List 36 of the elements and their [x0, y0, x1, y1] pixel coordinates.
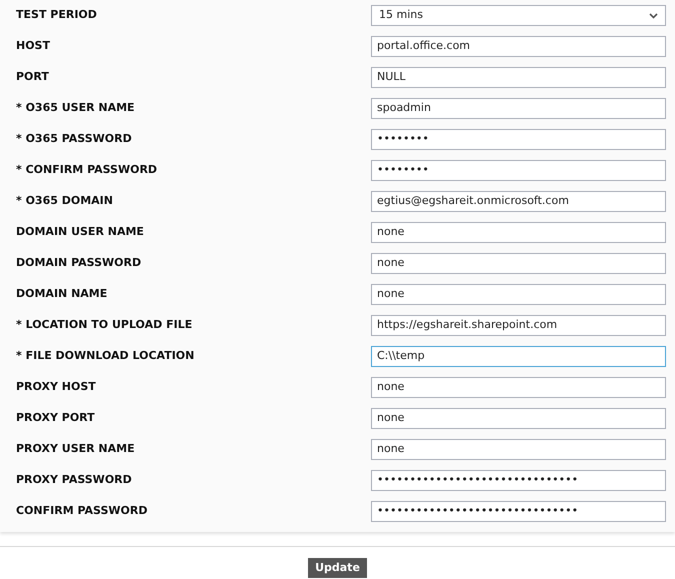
field-label: * O365 USER NAME	[16, 100, 136, 116]
field-label: * O365 DOMAIN	[16, 193, 114, 210]
input-field[interactable]: spoadmin	[371, 98, 666, 119]
field-label: TEST PERIOD	[16, 7, 98, 24]
field-label: CONFIRM PASSWORD	[16, 503, 148, 520]
input-field[interactable]: https://egshareit.sharepoint.com	[371, 315, 666, 336]
field-label: PROXY PASSWORD	[16, 472, 133, 488]
chevron-down-icon	[649, 12, 658, 18]
field-label: PROXY PORT	[16, 410, 96, 426]
field-label: PROXY HOST	[16, 379, 97, 396]
input-field[interactable]: •••••••••••••••••••••••••••••••	[371, 501, 666, 522]
input-field[interactable]: ••••••••	[371, 129, 666, 150]
input-field[interactable]: none	[371, 439, 666, 460]
field-label: * O365 PASSWORD	[16, 131, 133, 148]
input-field[interactable]: egtius@egshareit.onmicrosoft.com	[371, 191, 666, 212]
input-field[interactable]: none	[371, 222, 666, 243]
input-field[interactable]: NULL	[371, 67, 666, 88]
input-field[interactable]: portal.office.com	[371, 36, 666, 57]
input-field[interactable]: none	[371, 377, 666, 398]
field-label: PORT	[16, 69, 50, 86]
field-label: DOMAIN PASSWORD	[16, 255, 142, 272]
field-label: DOMAIN USER NAME	[16, 224, 145, 240]
field-label: DOMAIN NAME	[16, 286, 108, 302]
input-field[interactable]: none	[371, 284, 666, 305]
input-field[interactable]: none	[371, 253, 666, 274]
field-label: HOST	[16, 38, 51, 54]
update-button[interactable]: Update	[308, 558, 367, 578]
input-field[interactable]: none	[371, 408, 666, 429]
input-field[interactable]: ••••••••	[371, 160, 666, 181]
input-field[interactable]: C:\\temp	[371, 346, 666, 367]
field-label: * FILE DOWNLOAD LOCATION	[16, 348, 196, 364]
field-label: * LOCATION TO UPLOAD FILE	[16, 317, 194, 334]
field-label: PROXY USER NAME	[16, 441, 136, 458]
field-label: * CONFIRM PASSWORD	[16, 162, 158, 178]
input-field[interactable]: •••••••••••••••••••••••••••••••	[371, 470, 666, 491]
select-field[interactable]: 15 mins	[371, 5, 666, 26]
